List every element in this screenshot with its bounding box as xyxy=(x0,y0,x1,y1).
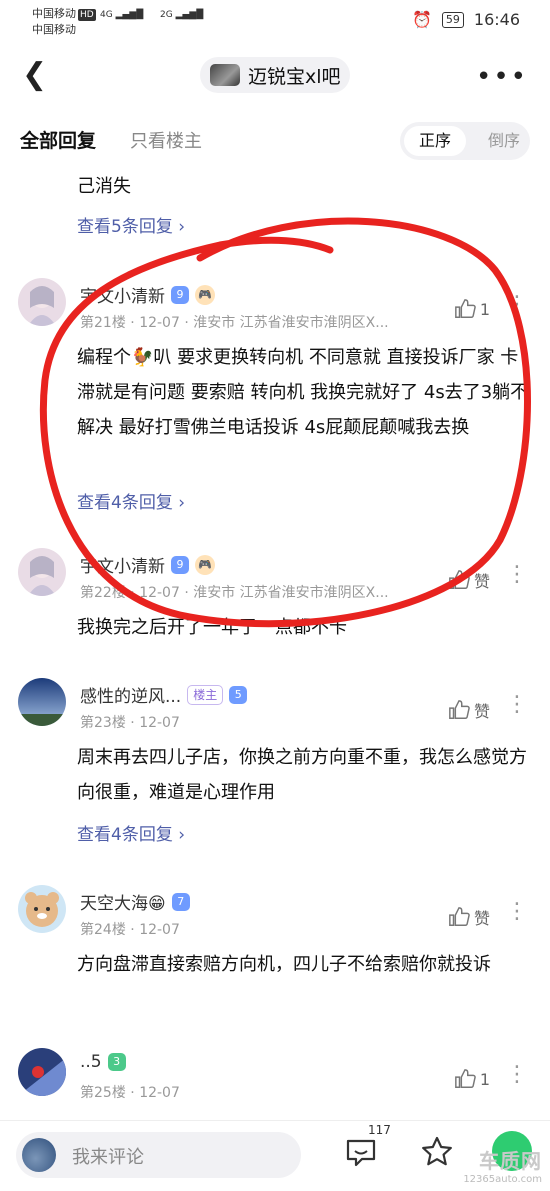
user-row: 感性的逆风... 楼主 5 xyxy=(80,682,248,707)
like-button[interactable]: 赞 xyxy=(448,568,490,592)
username[interactable]: 天空大海😁 xyxy=(80,889,166,914)
list-item: ..5 3 第25楼 · 12-07 1 ⋮ xyxy=(0,1044,550,1116)
forum-avatar xyxy=(210,64,240,86)
sort-toggle: 正序 倒序 xyxy=(400,122,530,160)
avatar[interactable] xyxy=(18,885,66,933)
signal-4g-icon: 4G ▂▄▆█ xyxy=(100,10,144,20)
like-label: 赞 xyxy=(473,572,490,591)
nav-bar: ❮ 迈锐宝xl吧 ••• xyxy=(0,50,550,102)
post-replies-link[interactable]: 查看4条回复 › xyxy=(77,820,185,845)
like-button[interactable]: 赞 xyxy=(448,698,490,722)
comment-icon[interactable] xyxy=(344,1135,378,1169)
thumbs-up-icon xyxy=(454,299,476,318)
thumbs-up-icon xyxy=(449,700,470,719)
comment-input[interactable]: 我来评论 xyxy=(16,1132,301,1178)
game-icon: 🎮 xyxy=(195,284,215,305)
like-count: 1 xyxy=(479,299,490,319)
battery-icon: 59 xyxy=(441,11,464,28)
user-row: ..5 3 xyxy=(80,1052,126,1072)
list-item: 感性的逆风... 楼主 5 第23楼 · 12-07 赞 ⋮ 周末再去四儿子店，… xyxy=(0,674,550,864)
post-meta: 第25楼 · 12-07 xyxy=(80,1085,180,1101)
watermark-logo: 车质网 xyxy=(479,1149,542,1173)
more-options-icon[interactable]: ⋮ xyxy=(506,564,528,586)
tab-all-replies[interactable]: 全部回复 xyxy=(20,126,96,153)
prev-post-text: 己消失 xyxy=(77,176,131,197)
back-icon[interactable]: ❮ xyxy=(22,60,47,90)
like-label: 赞 xyxy=(473,702,490,721)
like-button[interactable]: 1 xyxy=(454,1068,490,1090)
user-row: 宇文小清新 9 🎮 xyxy=(80,552,215,577)
op-badge: 楼主 xyxy=(187,684,224,705)
my-avatar xyxy=(22,1138,56,1172)
username[interactable]: 宇文小清新 xyxy=(80,552,165,577)
user-row: 天空大海😁 7 xyxy=(80,889,190,914)
status-bar: 中国移动 HD 中国移动 4G ▂▄▆█ 2G ▂▄▆█ ⏰ 59 16:46 xyxy=(0,0,550,48)
status-right: ⏰ 59 16:46 xyxy=(412,10,520,29)
level-badge: 5 xyxy=(229,685,248,704)
forum-name: 迈锐宝xl吧 xyxy=(248,65,341,88)
post-text: 编程个🐓叭 要求更换转向机 不同意就 直接投诉厂家 卡滞就是有问题 要索赔 转向… xyxy=(77,347,529,438)
level-badge: 9 xyxy=(171,285,189,304)
more-options-icon[interactable]: ⋮ xyxy=(506,294,528,316)
reply-list: 己消失 查看5条回复 › 宇文小清新 9 🎮 第21楼 · 12-07 · 淮安… xyxy=(0,164,550,1116)
username[interactable]: 感性的逆风... xyxy=(80,682,181,707)
list-item: 宇文小清新 9 🎮 第21楼 · 12-07 · 淮安市 江苏省淮安市淮阴区X.… xyxy=(0,274,550,524)
post-text: 方向盘滞直接索赔方向机，四儿子不给索赔你就投诉 xyxy=(77,954,491,975)
post-text: 周末再去四儿子店，你换之前方向重不重，我怎么感觉方向很重，难道是心理作用 xyxy=(77,747,527,803)
more-icon[interactable]: ••• xyxy=(476,62,528,92)
avatar[interactable] xyxy=(18,678,66,726)
prev-post-replies-link[interactable]: 查看5条回复 › xyxy=(77,212,185,237)
post-meta: 第21楼 · 12-07 · 淮安市 江苏省淮安市淮阴区X... xyxy=(80,315,389,331)
level-badge: 3 xyxy=(107,1053,126,1071)
alarm-icon: ⏰ xyxy=(411,10,432,29)
thumbs-up-icon xyxy=(449,570,470,589)
avatar[interactable] xyxy=(18,278,66,326)
comment-count: 117 xyxy=(368,1123,391,1137)
post-meta: 第23楼 · 12-07 xyxy=(80,715,180,731)
watermark: 车质网 12365auto.com xyxy=(463,1145,542,1185)
sort-desc-button[interactable]: 倒序 xyxy=(488,126,520,156)
forum-pill[interactable]: 迈锐宝xl吧 xyxy=(200,57,350,93)
tab-op-only[interactable]: 只看楼主 xyxy=(130,127,202,153)
like-button[interactable]: 赞 xyxy=(448,905,490,929)
carrier-info: 中国移动 HD 中国移动 xyxy=(32,6,96,38)
like-count: 1 xyxy=(479,1069,490,1089)
level-badge: 9 xyxy=(171,555,189,574)
username[interactable]: 宇文小清新 xyxy=(80,282,165,307)
post-replies-link[interactable]: 查看4条回复 › xyxy=(77,488,185,513)
post-text: 我换完之后开了一年了一点都不卡 xyxy=(77,617,347,638)
avatar[interactable] xyxy=(18,548,66,596)
reply-tabs: 全部回复 只看楼主 正序 倒序 xyxy=(0,118,550,164)
game-icon: 🎮 xyxy=(195,554,215,575)
more-options-icon[interactable]: ⋮ xyxy=(506,1064,528,1086)
thumbs-up-icon xyxy=(449,907,470,926)
more-options-icon[interactable]: ⋮ xyxy=(506,694,528,716)
list-item: 天空大海😁 7 第24楼 · 12-07 赞 ⋮ 方向盘滞直接索赔方向机，四儿子… xyxy=(0,881,550,1021)
hd-tag: HD xyxy=(78,9,96,21)
avatar[interactable] xyxy=(18,1048,66,1096)
post-meta: 第22楼 · 12-07 · 淮安市 江苏省淮安市淮阴区X... xyxy=(80,585,389,601)
signal-2g-icon: 2G ▂▄▆█ xyxy=(160,10,204,20)
watermark-url: 12365auto.com xyxy=(463,1174,542,1185)
username[interactable]: ..5 xyxy=(80,1052,102,1072)
carrier-1: 中国移动 xyxy=(32,7,76,20)
level-badge: 7 xyxy=(171,892,190,911)
like-button[interactable]: 1 xyxy=(454,298,490,320)
user-row: 宇文小清新 9 🎮 xyxy=(80,282,215,307)
clock: 16:46 xyxy=(473,10,520,29)
post-meta: 第24楼 · 12-07 xyxy=(80,922,180,938)
like-label: 赞 xyxy=(473,909,490,928)
comment-placeholder: 我来评论 xyxy=(72,1147,144,1168)
sort-asc-button[interactable]: 正序 xyxy=(404,126,466,156)
star-icon[interactable] xyxy=(420,1135,454,1169)
list-item: 宇文小清新 9 🎮 第22楼 · 12-07 · 淮安市 江苏省淮安市淮阴区X.… xyxy=(0,544,550,664)
more-options-icon[interactable]: ⋮ xyxy=(506,901,528,923)
thumbs-up-icon xyxy=(454,1069,476,1088)
carrier-2: 中国移动 xyxy=(32,23,76,36)
